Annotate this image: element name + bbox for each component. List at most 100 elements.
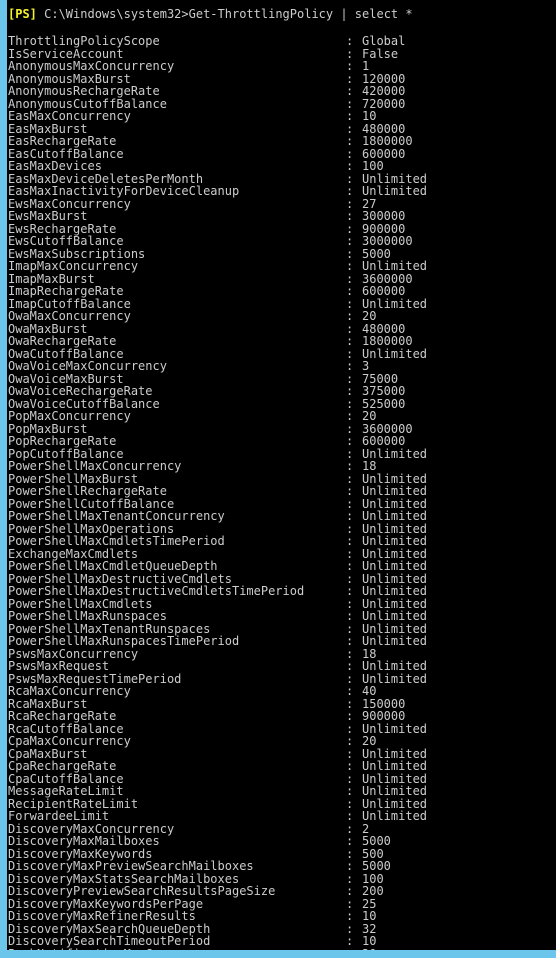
property-separator: : bbox=[346, 734, 354, 748]
property-row: RcaRechargeRate:900000 bbox=[8, 710, 556, 723]
property-separator: : bbox=[346, 709, 354, 723]
property-separator: : bbox=[346, 409, 354, 423]
property-row: DiscoveryMaxRefinerResults:10 bbox=[8, 910, 556, 923]
property-row: EwsMaxBurst:300000 bbox=[8, 210, 556, 223]
property-value: Unlimited bbox=[362, 634, 428, 648]
property-value: 5000 bbox=[362, 834, 391, 848]
property-separator: : bbox=[346, 684, 354, 698]
property-name: PowerShellMaxRunspaces bbox=[8, 609, 167, 623]
property-name: DiscoverySearchTimeoutPeriod bbox=[8, 934, 211, 948]
property-value: Unlimited bbox=[362, 346, 428, 361]
property-name: DiscoveryMaxMailboxes bbox=[8, 834, 160, 848]
property-name: OwaVoiceRechargeRate bbox=[8, 384, 153, 398]
property-separator: : bbox=[346, 759, 354, 773]
property-name: EasMaxConcurrency bbox=[8, 109, 131, 123]
property-value: 18 bbox=[362, 459, 377, 473]
property-name: PowerShellMaxDestructiveCmdletsTimePerio… bbox=[8, 584, 305, 598]
property-value: 375000 bbox=[362, 384, 406, 398]
property-value: 5000 bbox=[362, 859, 391, 873]
property-row: EasMaxInactivityForDeviceCleanup: Unlimit… bbox=[8, 185, 556, 198]
property-separator: : bbox=[346, 834, 354, 848]
property-name: DiscoveryPreviewSearchResultsPageSize bbox=[8, 884, 276, 898]
property-row: DiscoveryMaxMailboxes:5000 bbox=[8, 835, 556, 848]
property-name: ForwardeeLimit bbox=[8, 809, 110, 823]
property-row: EasRechargeRate:1800000 bbox=[8, 135, 556, 148]
property-row: RcaMaxConcurrency:40 bbox=[8, 685, 556, 698]
property-name: PowerShellMaxRunspacesTimePeriod bbox=[8, 634, 240, 648]
property-row: ForwardeeLimit: Unlimited bbox=[8, 810, 556, 823]
property-name: EwsCutoffBalance bbox=[8, 234, 124, 248]
property-separator: : bbox=[346, 259, 354, 273]
property-name: ImapRechargeRate bbox=[8, 284, 124, 298]
property-value: Unlimited bbox=[362, 259, 428, 273]
property-name: PowerShellMaxConcurrency bbox=[8, 459, 182, 473]
throttling-policy-property-list: ThrottlingPolicyScope: Global IsServiceAcc… bbox=[8, 35, 556, 950]
property-separator: : bbox=[346, 359, 354, 373]
property-value: 20 bbox=[362, 734, 377, 748]
property-value: 600000 bbox=[362, 284, 406, 298]
property-row: CpaRechargeRate: Unlimited bbox=[8, 760, 556, 773]
property-separator: : bbox=[346, 209, 354, 223]
property-value: Unlimited bbox=[362, 584, 428, 598]
property-row: PswsMaxRequest: Unlimited bbox=[8, 660, 556, 673]
console-screen[interactable]: [PS] C:\Windows\system32>Get-ThrottlingP… bbox=[7, 0, 556, 950]
prompt-path: C:\Windows\system32> bbox=[36, 7, 189, 21]
property-separator: : bbox=[346, 59, 354, 73]
property-name: OwaRechargeRate bbox=[8, 334, 117, 348]
property-value: 10 bbox=[362, 934, 377, 948]
property-separator: : bbox=[346, 434, 354, 448]
property-separator: : bbox=[346, 134, 354, 148]
property-value: Unlimited bbox=[362, 759, 428, 773]
property-row: PowerShellMaxDestructiveCmdletsTimePerio… bbox=[8, 585, 556, 598]
property-name: PowerShellMaxCmdletQueueDepth bbox=[8, 559, 218, 573]
property-name: PopMaxConcurrency bbox=[8, 409, 131, 423]
property-separator: : bbox=[346, 384, 354, 398]
property-row: PowerShellMaxCmdletQueueDepth: Unlimited bbox=[8, 560, 556, 573]
property-separator: : bbox=[346, 234, 354, 248]
property-separator: : bbox=[346, 609, 354, 623]
property-value: Unlimited bbox=[362, 534, 428, 548]
property-row: EasMaxConcurrency:10 bbox=[8, 110, 556, 123]
property-value: 1800000 bbox=[362, 134, 413, 148]
property-row: EwsCutoffBalance:3000000 bbox=[8, 235, 556, 248]
property-name: ThrottlingPolicyScope bbox=[8, 34, 160, 48]
property-separator: : bbox=[346, 534, 354, 548]
property-name: DiscoveryMaxPreviewSearchMailboxes bbox=[8, 859, 254, 873]
property-name: ImapMaxConcurrency bbox=[8, 259, 139, 273]
property-row: PowerShellMaxTenantConcurrency: Unlimited bbox=[8, 510, 556, 523]
property-separator: : bbox=[346, 334, 354, 348]
property-name: EasRechargeRate bbox=[8, 134, 117, 148]
property-separator: : bbox=[346, 784, 354, 798]
property-separator: : bbox=[346, 634, 354, 648]
property-separator: : bbox=[346, 559, 354, 573]
property-row: ImapMaxConcurrency: Unlimited bbox=[8, 260, 556, 273]
property-name: EwsMaxBurst bbox=[8, 209, 88, 223]
window-frame-bottom-band bbox=[0, 950, 556, 958]
property-value: 200 bbox=[362, 884, 384, 898]
property-row: ThrottlingPolicyScope: Global bbox=[8, 35, 556, 48]
property-separator: : bbox=[346, 84, 354, 98]
property-value: 1 bbox=[362, 59, 370, 73]
property-row: OwaVoiceMaxConcurrency:3 bbox=[8, 360, 556, 373]
property-value: 100 bbox=[362, 159, 384, 173]
property-value: 3000000 bbox=[362, 234, 413, 248]
property-row: DiscoveryMaxPreviewSearchMailboxes:5000 bbox=[8, 860, 556, 873]
property-name: PopRechargeRate bbox=[8, 434, 117, 448]
property-value: 20 bbox=[362, 409, 377, 423]
property-separator: : bbox=[346, 34, 354, 48]
property-separator: : bbox=[346, 584, 354, 598]
property-separator: : bbox=[346, 284, 354, 298]
property-name: DiscoveryMaxRefinerResults bbox=[8, 909, 196, 923]
property-name: CpaMaxConcurrency bbox=[8, 734, 131, 748]
property-row: PowerShellMaxRunspacesTimePeriod: Unlimit… bbox=[8, 635, 556, 648]
property-name: EasMaxInactivityForDeviceCleanup bbox=[8, 184, 240, 198]
property-row: PowerShellMaxRunspaces: Unlimited bbox=[8, 610, 556, 623]
property-row: CpaMaxConcurrency:20 bbox=[8, 735, 556, 748]
property-row: OwaRechargeRate:1800000 bbox=[8, 335, 556, 348]
property-value: Unlimited bbox=[362, 784, 428, 798]
property-name: AnonymousRechargeRate bbox=[8, 84, 160, 98]
property-name: RcaRechargeRate bbox=[8, 709, 117, 723]
property-row: PowerShellMaxCmdletsTimePeriod: Unlimited bbox=[8, 535, 556, 548]
property-name: EasMaxDevices bbox=[8, 159, 102, 173]
property-separator: : bbox=[346, 484, 354, 498]
